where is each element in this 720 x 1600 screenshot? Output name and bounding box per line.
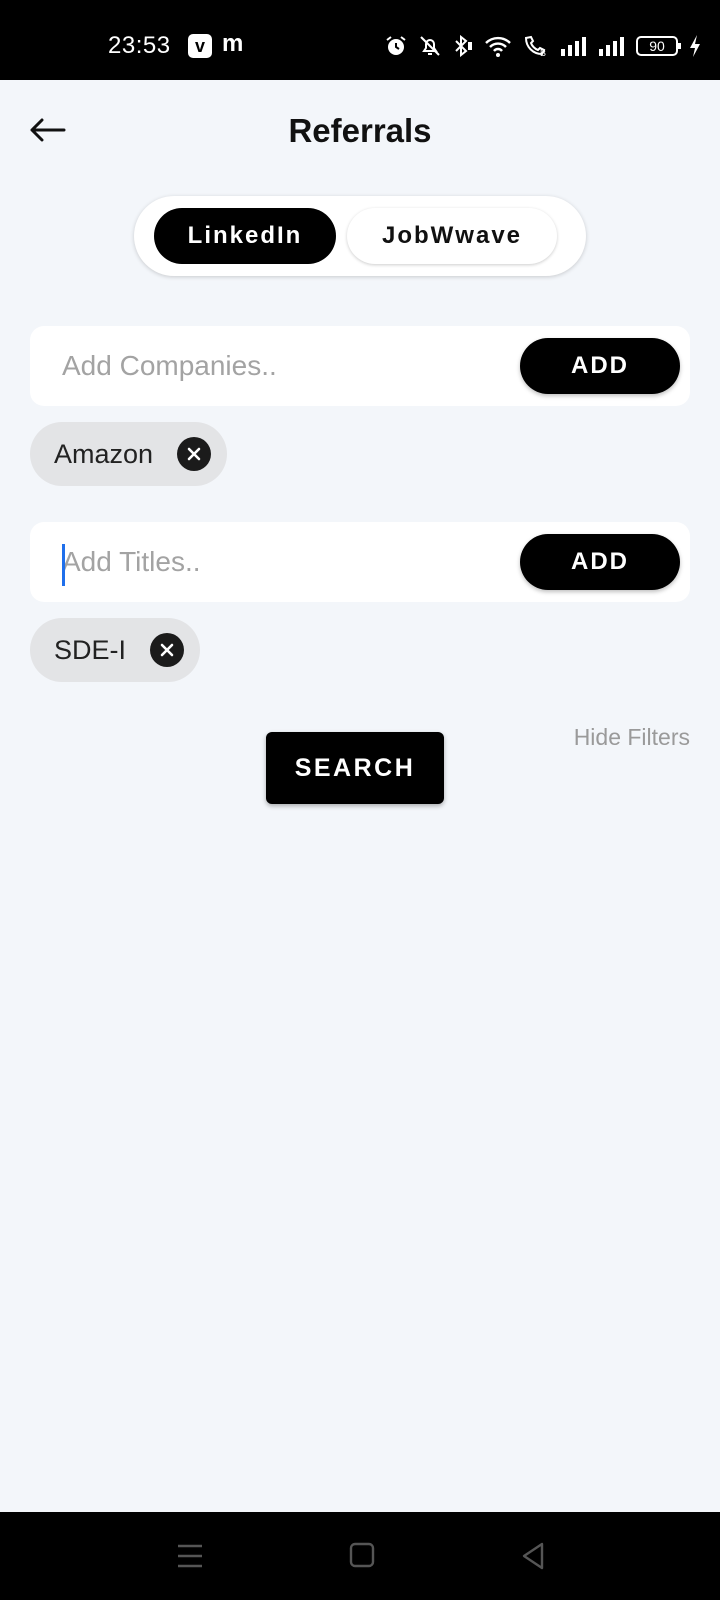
close-icon [160, 643, 174, 657]
hide-filters-link[interactable]: Hide Filters [574, 724, 690, 751]
signal-icon [599, 37, 624, 56]
home-button[interactable] [344, 1540, 380, 1572]
recent-apps-button[interactable] [172, 1540, 208, 1572]
chip-label: SDE-I [54, 634, 127, 665]
status-icons: B 90 [384, 32, 702, 60]
back-triangle-icon [522, 1542, 544, 1570]
alarm-icon [386, 36, 406, 55]
source-toggle: LinkedIn JobWwave [134, 196, 586, 276]
wifi-icon [485, 36, 511, 57]
menu-icon [178, 1544, 202, 1568]
home-icon [349, 1542, 375, 1568]
bell-off-icon [420, 36, 440, 56]
battery-icon: 90 [636, 36, 681, 56]
chip-label: Amazon [54, 438, 154, 469]
signal-icon [561, 37, 586, 56]
charging-icon [690, 35, 700, 57]
header: Referrals [0, 80, 720, 180]
title-chip: SDE-I [30, 618, 201, 682]
tab-jobwwave[interactable]: JobWwave [347, 208, 557, 264]
back-nav-button[interactable] [516, 1540, 552, 1572]
companies-input[interactable] [62, 344, 502, 388]
system-nav-bar [0, 1512, 720, 1600]
companies-input-card: ADD [30, 326, 690, 406]
company-chip: Amazon [30, 422, 228, 486]
call-icon: B [524, 35, 546, 58]
add-title-button[interactable]: ADD [520, 534, 680, 590]
status-bar: 23:53 v m B 90 [0, 0, 720, 80]
search-button[interactable]: SEARCH [266, 732, 444, 804]
status-time: 23:53 [108, 32, 171, 59]
page-title: Referrals [288, 112, 432, 149]
m-app-icon: m [222, 30, 244, 57]
vimeo-app-icon: v [188, 34, 212, 58]
tab-linkedin[interactable]: LinkedIn [154, 208, 336, 264]
remove-title-button[interactable] [150, 633, 185, 667]
add-company-button[interactable]: ADD [520, 338, 680, 394]
titles-input[interactable] [62, 540, 502, 584]
text-cursor [62, 544, 65, 586]
close-icon [187, 447, 201, 461]
bluetooth-icon [455, 34, 472, 58]
svg-text:B: B [540, 48, 546, 58]
remove-company-button[interactable] [177, 437, 212, 471]
titles-input-card: ADD [30, 522, 690, 602]
